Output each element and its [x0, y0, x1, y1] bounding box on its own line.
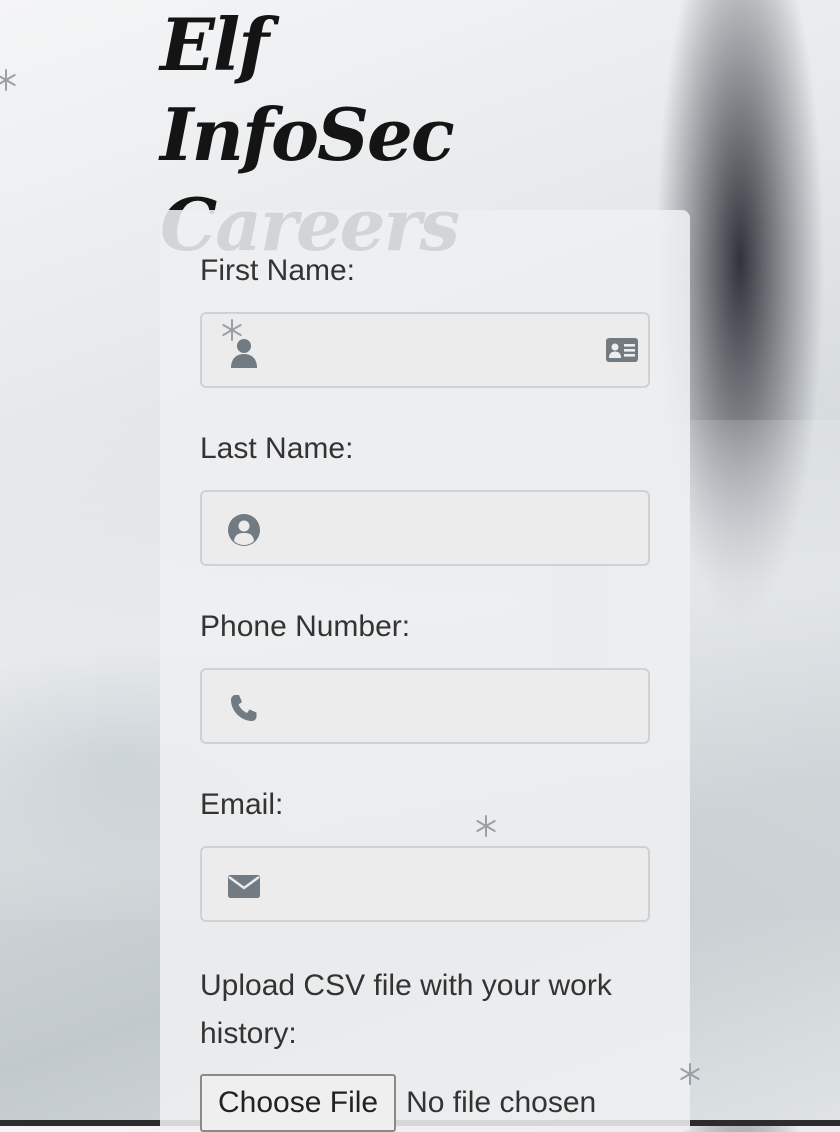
email-label: Email: — [200, 788, 284, 821]
snowflake-icon — [0, 69, 16, 91]
email-field[interactable] — [200, 846, 650, 922]
last-name-field[interactable] — [200, 490, 650, 566]
first-name-input[interactable] — [274, 314, 578, 388]
choose-file-button[interactable]: Choose File — [200, 1074, 397, 1132]
address-card-icon — [606, 338, 638, 362]
last-name-input[interactable] — [274, 492, 578, 566]
phone-field[interactable] — [200, 668, 650, 744]
file-status-text: No file chosen — [406, 1086, 597, 1119]
file-upload-row: Choose File No file chosen — [200, 1074, 650, 1132]
first-name-label: First Name: — [200, 254, 356, 287]
email-input[interactable] — [274, 848, 578, 922]
user-icon — [231, 339, 257, 368]
envelope-icon — [228, 875, 260, 898]
application-form-panel: First Name: Last Name: Phone Number: Ema… — [160, 210, 690, 1132]
application-form: First Name: Last Name: Phone Number: Ema… — [200, 250, 650, 1132]
phone-label: Phone Number: — [200, 610, 411, 643]
upload-csv-label: Upload CSV file with your work history: — [200, 969, 612, 1050]
last-name-label: Last Name: — [200, 432, 354, 465]
page-title-line-1: Elf InfoSec — [160, 2, 455, 177]
first-name-field[interactable] — [200, 312, 650, 388]
phone-icon — [231, 695, 257, 721]
phone-input[interactable] — [274, 670, 578, 744]
user-circle-icon — [228, 514, 260, 546]
